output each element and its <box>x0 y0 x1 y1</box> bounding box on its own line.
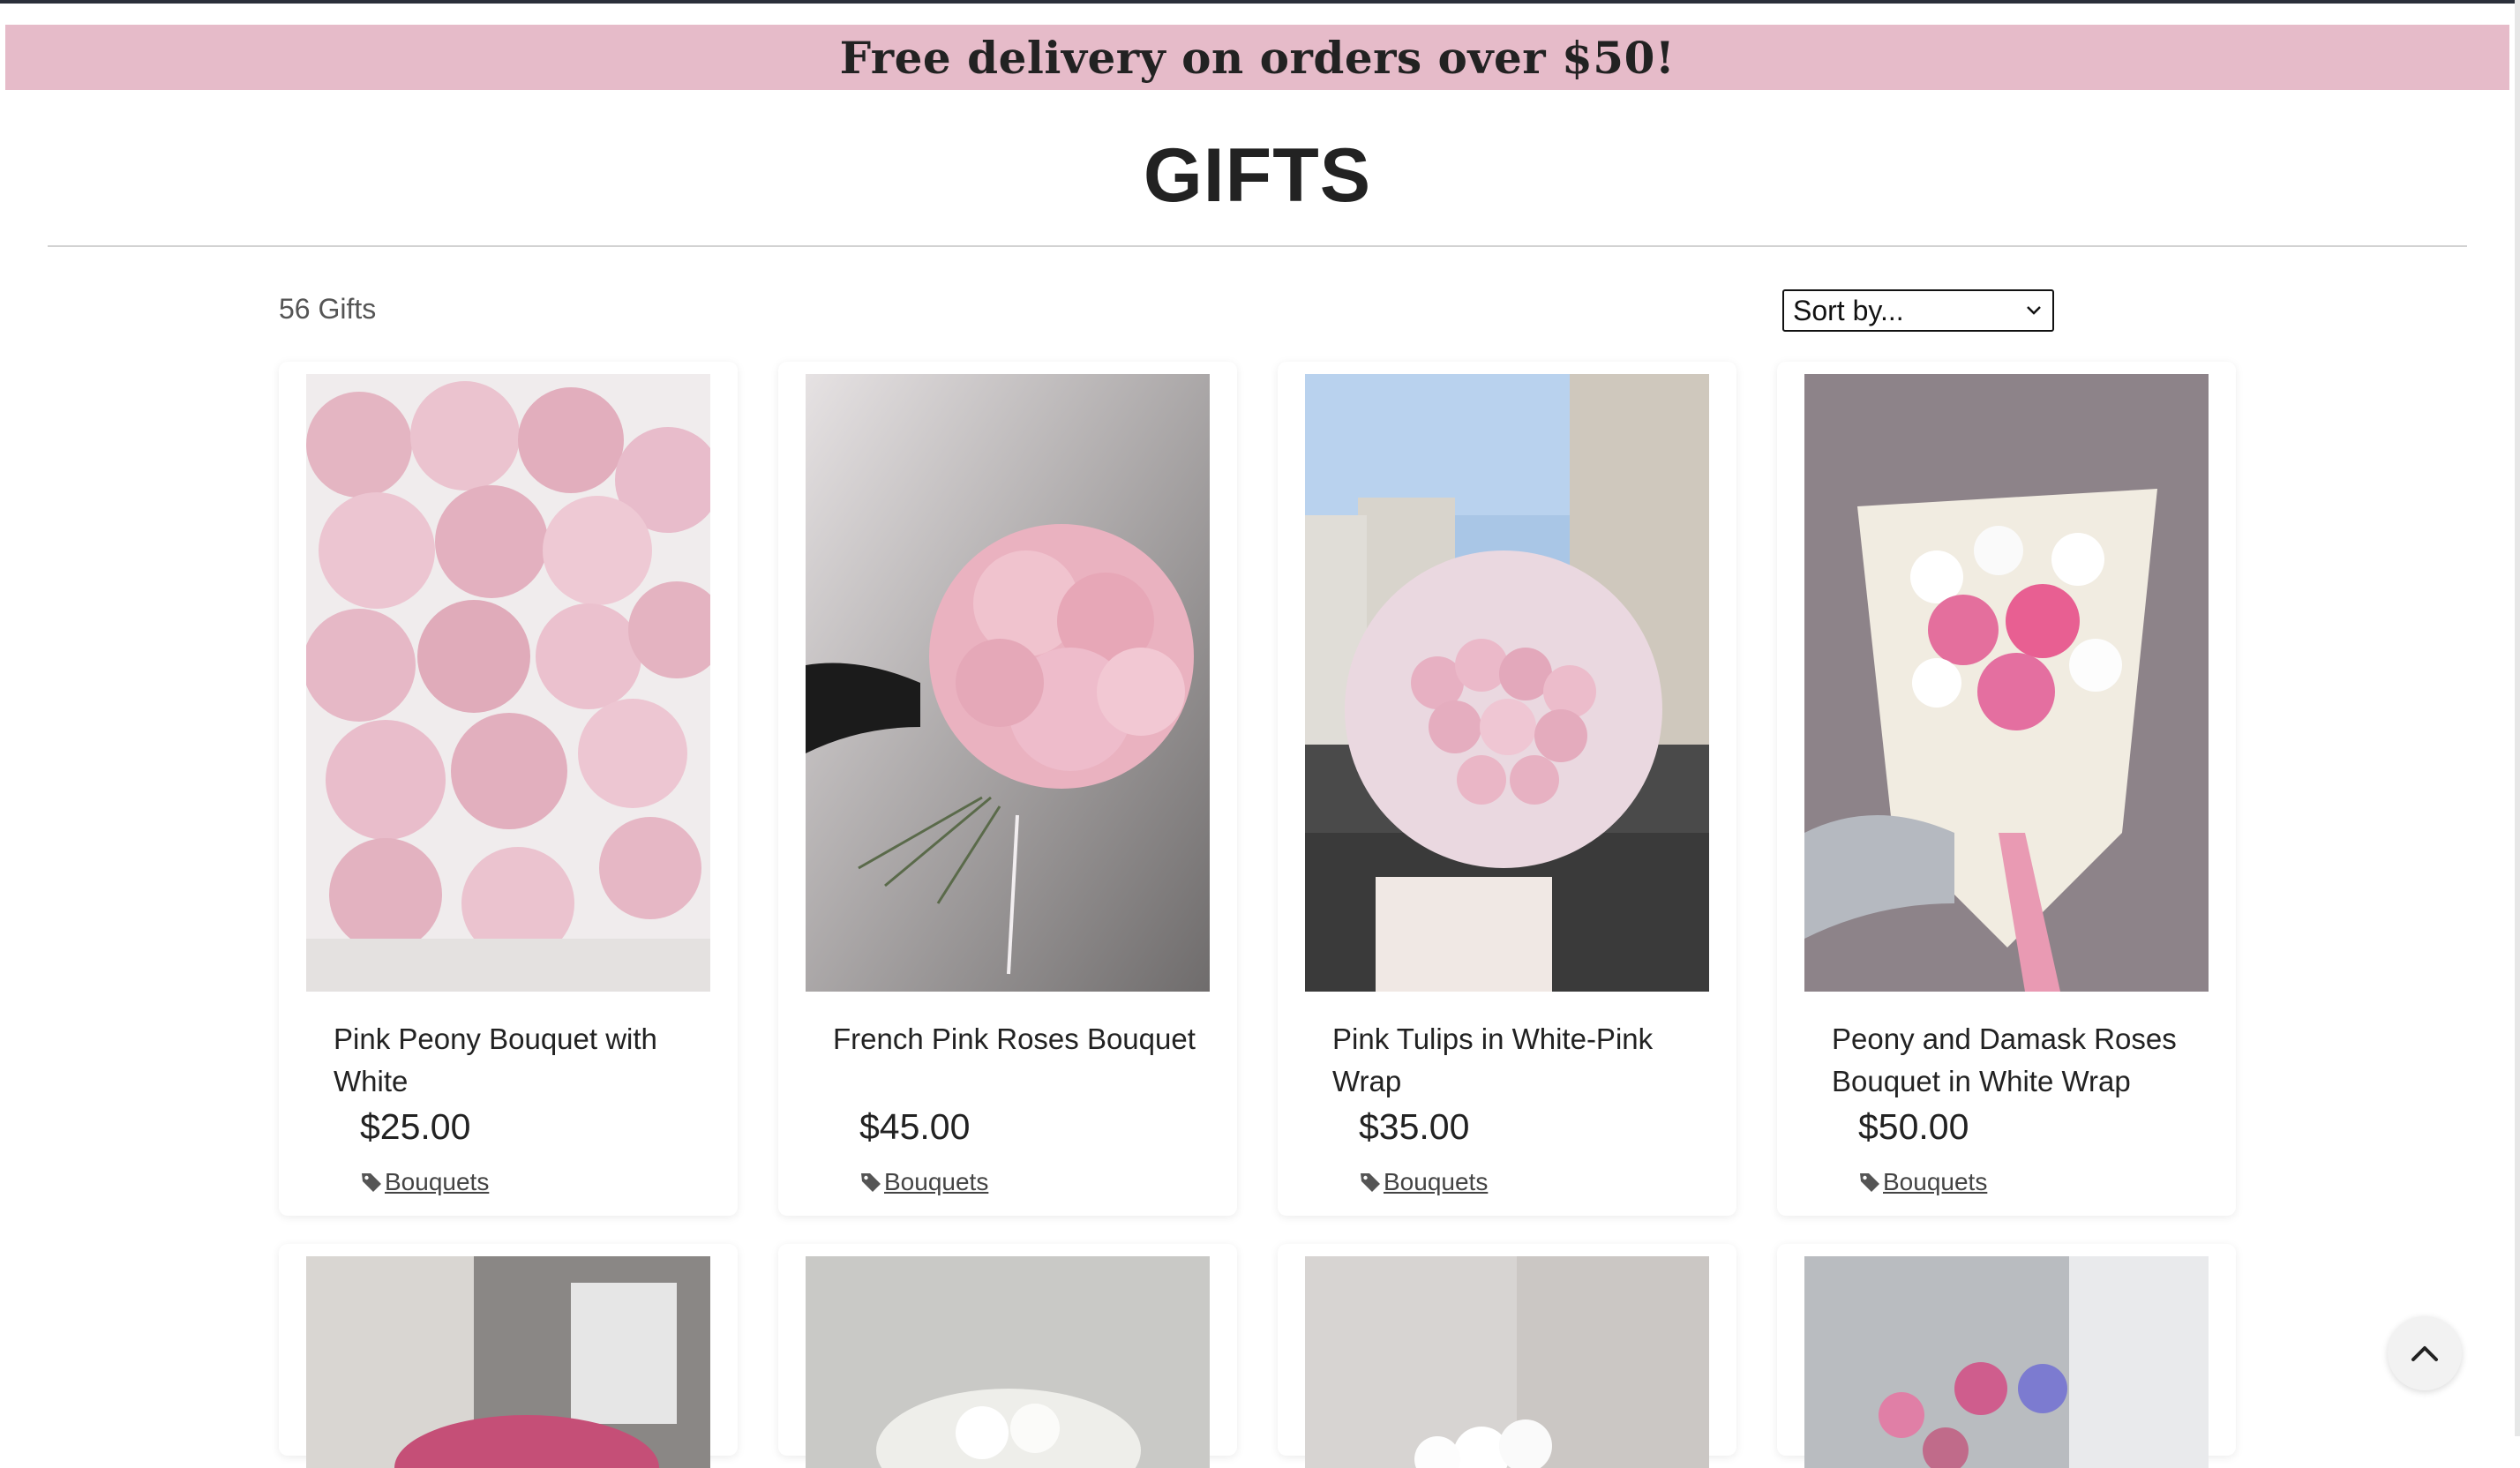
product-image-french-roses[interactable] <box>806 374 1210 992</box>
product-price: $25.00 <box>360 1106 471 1147</box>
product-category: Bouquets <box>1858 1168 1987 1196</box>
category-link[interactable]: Bouquets <box>884 1168 988 1196</box>
category-link[interactable]: Bouquets <box>385 1168 489 1196</box>
product-image[interactable] <box>806 1256 1210 1468</box>
promo-banner-text: Free delivery on orders over $50! <box>839 31 1676 84</box>
chevron-up-icon <box>2411 1346 2438 1361</box>
product-image[interactable] <box>306 1256 710 1468</box>
product-name[interactable]: French Pink Roses Bouquet <box>833 1018 1204 1060</box>
product-image-pink-peony[interactable] <box>306 374 710 992</box>
chevron-down-icon <box>2024 301 2044 320</box>
product-category: Bouquets <box>859 1168 988 1196</box>
product-category: Bouquets <box>360 1168 489 1196</box>
tag-icon <box>1361 1173 1380 1192</box>
product-image[interactable] <box>1804 1256 2209 1468</box>
product-card[interactable]: French Pink Roses Bouquet $45.00 Bouquet… <box>778 362 1237 1216</box>
page-title: GIFTS <box>1143 133 1372 218</box>
product-card[interactable]: Pink Peony Bouquet with White $25.00 Bou… <box>279 362 738 1216</box>
product-price: $50.00 <box>1858 1106 1969 1147</box>
promo-banner: Free delivery on orders over $50! <box>5 25 2509 90</box>
product-name[interactable]: Pink Tulips in White-Pink Wrap <box>1332 1018 1703 1103</box>
product-count: 56 Gifts <box>279 293 377 325</box>
back-to-top-button[interactable] <box>2388 1316 2462 1390</box>
product-card[interactable] <box>778 1244 1237 1468</box>
product-image-pink-tulips[interactable] <box>1305 374 1709 992</box>
tag-icon <box>362 1173 381 1192</box>
tag-icon <box>861 1173 881 1192</box>
sort-select[interactable]: Sort by... <box>1782 289 2054 332</box>
category-link[interactable]: Bouquets <box>1883 1168 1987 1196</box>
product-card[interactable] <box>1278 1244 1736 1468</box>
product-price: $35.00 <box>1359 1106 1470 1147</box>
product-card[interactable]: Pink Tulips in White-Pink Wrap $35.00 Bo… <box>1278 362 1736 1216</box>
window-top-border <box>0 0 2520 4</box>
product-name[interactable]: Peony and Damask Roses Bouquet in White … <box>1832 1018 2202 1103</box>
title-divider <box>48 245 2467 247</box>
window-right-edge <box>2515 0 2520 1436</box>
product-card[interactable]: Peony and Damask Roses Bouquet in White … <box>1777 362 2236 1216</box>
tag-icon <box>1860 1173 1879 1192</box>
product-card[interactable] <box>279 1244 738 1468</box>
sort-select-value: Sort by... <box>1793 294 1904 326</box>
product-price: $45.00 <box>859 1106 971 1147</box>
product-image-peony-damask-roses[interactable] <box>1804 374 2209 992</box>
product-category: Bouquets <box>1359 1168 1488 1196</box>
category-link[interactable]: Bouquets <box>1384 1168 1488 1196</box>
product-image[interactable] <box>1305 1256 1709 1468</box>
product-name[interactable]: Pink Peony Bouquet with White <box>334 1018 704 1103</box>
product-card[interactable] <box>1777 1244 2236 1468</box>
